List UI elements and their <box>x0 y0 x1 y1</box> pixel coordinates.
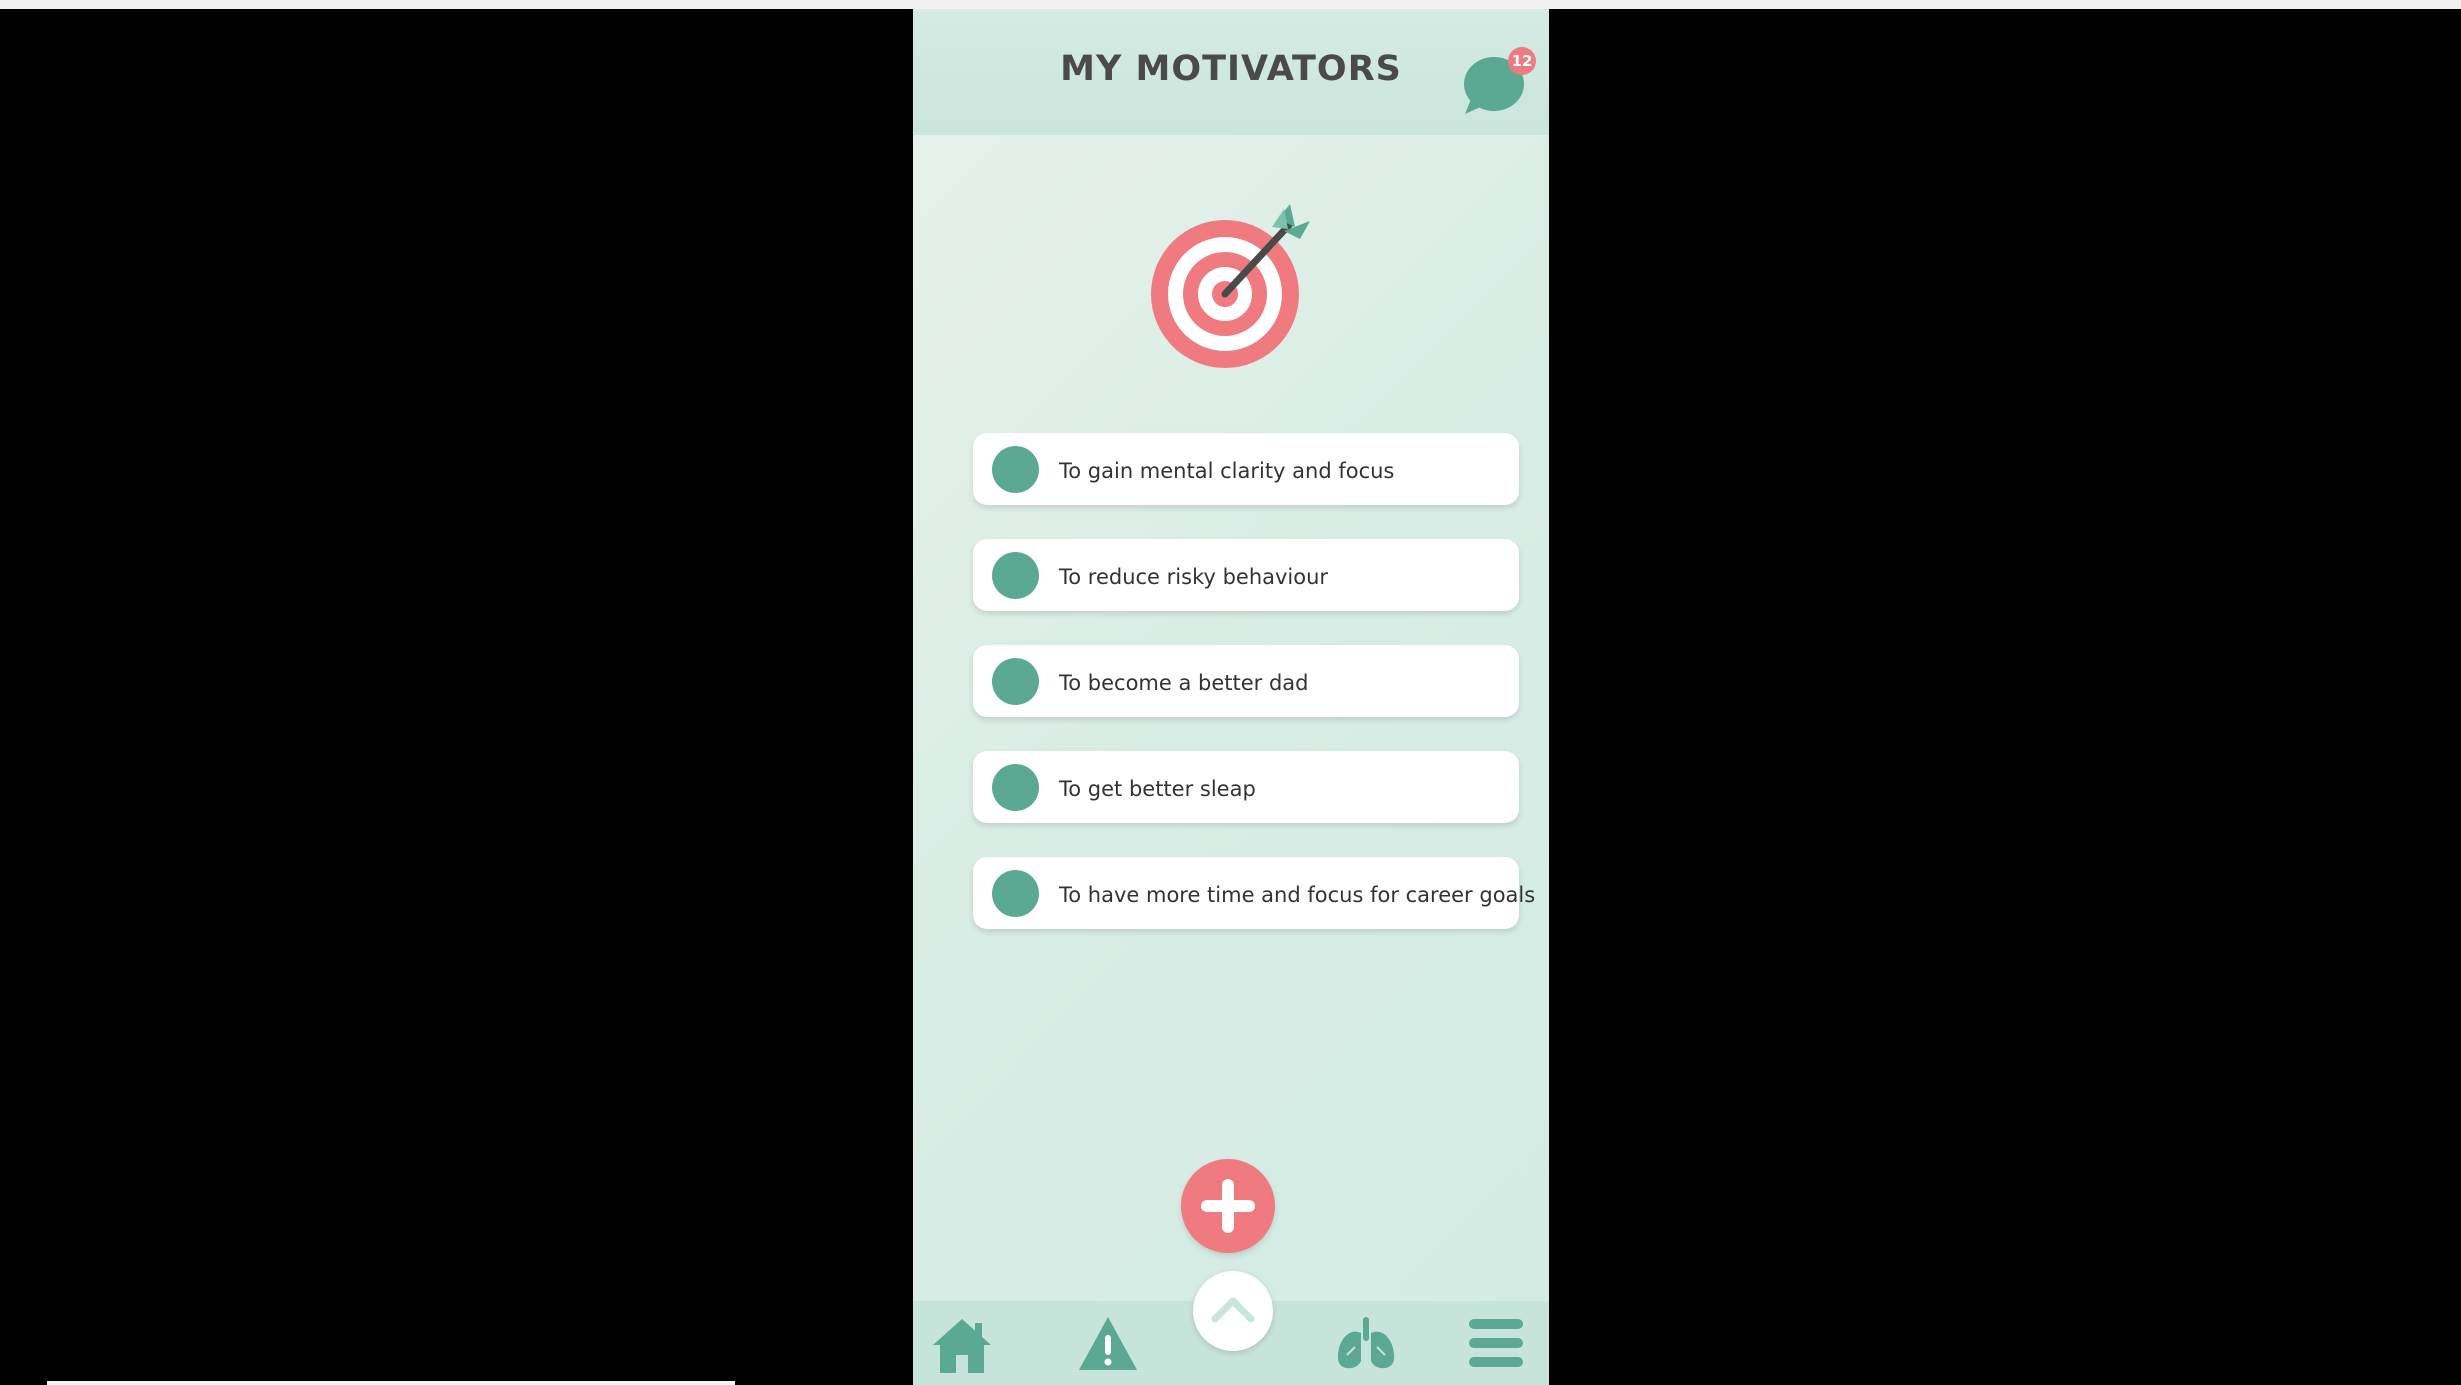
lungs-icon[interactable] <box>1335 1315 1397 1373</box>
motivator-bullet <box>992 870 1039 917</box>
motivator-item[interactable]: To have more time and focus for career g… <box>973 857 1535 929</box>
plus-icon <box>1201 1179 1255 1233</box>
motivator-bullet <box>992 552 1039 599</box>
motivator-item[interactable]: To gain mental clarity and focus <box>973 433 1519 505</box>
target-arrow-icon <box>1151 204 1310 368</box>
app-screen: MY MOTIVATORS 12 To gain mental clarity … <box>913 9 1549 1385</box>
expand-button[interactable] <box>1193 1271 1273 1351</box>
motivator-label: To become a better dad <box>1059 671 1309 695</box>
motivator-label: To get better sleap <box>1059 777 1256 801</box>
chevron-up-icon <box>1211 1297 1255 1323</box>
motivator-item[interactable]: To reduce risky behaviour <box>973 539 1519 611</box>
chat-button[interactable]: 12 <box>1461 47 1536 117</box>
warning-icon[interactable] <box>1077 1315 1139 1373</box>
motivator-label: To gain mental clarity and focus <box>1059 459 1395 483</box>
home-icon[interactable] <box>931 1317 993 1375</box>
motivator-bullet <box>992 446 1039 493</box>
header-bar: MY MOTIVATORS 12 <box>913 9 1549 135</box>
motivator-bullet <box>992 658 1039 705</box>
menu-icon[interactable] <box>1467 1317 1525 1369</box>
motivator-label: To have more time and focus for career g… <box>1059 883 1536 907</box>
notification-badge: 12 <box>1508 47 1536 75</box>
motivator-item[interactable]: To get better sleap <box>973 751 1519 823</box>
top-screen-strip <box>0 0 2461 9</box>
page-title: MY MOTIVATORS <box>1060 49 1402 89</box>
motivator-bullet <box>992 764 1039 811</box>
motivator-label: To reduce risky behaviour <box>1059 565 1329 589</box>
motivator-item[interactable]: To become a better dad <box>973 645 1519 717</box>
motivator-list: To gain mental clarity and focus To redu… <box>973 433 1535 963</box>
bottom-screen-strip <box>47 1381 735 1385</box>
add-motivator-button[interactable] <box>1181 1159 1275 1253</box>
